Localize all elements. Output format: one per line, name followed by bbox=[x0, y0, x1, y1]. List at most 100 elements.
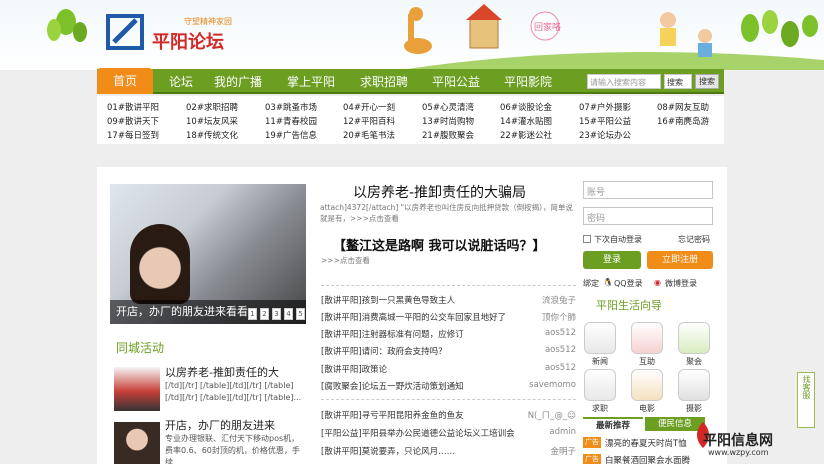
search-input[interactable]: 请输入搜索内容 bbox=[587, 74, 661, 89]
nav-broadcast[interactable]: 我的广播 bbox=[214, 73, 262, 90]
username-input[interactable]: 账号 bbox=[583, 181, 713, 199]
forgot-password-link[interactable]: 忘记密码 bbox=[678, 234, 710, 245]
guide-label[interactable]: 电影 bbox=[631, 403, 663, 414]
search-type-select[interactable]: 搜索 bbox=[664, 74, 692, 89]
news-title[interactable]: [腐败聚会]论坛五一野炊活动策划通知 bbox=[321, 380, 521, 392]
board-link[interactable]: 13#时尚购物 bbox=[422, 115, 474, 127]
nav-jobs[interactable]: 求职招聘 bbox=[360, 73, 408, 90]
site-logo-icon[interactable] bbox=[106, 14, 146, 50]
board-link[interactable]: 01#散讲平阳 bbox=[107, 101, 159, 113]
activity-thumb[interactable] bbox=[114, 367, 160, 411]
news-row[interactable]: [散讲平阳]消费高城一平阳的公交车回家且地好了 顶你个肺 bbox=[321, 311, 576, 323]
movie-icon[interactable] bbox=[631, 369, 663, 401]
weibo-icon[interactable]: ◉ bbox=[654, 278, 661, 287]
guide-label[interactable]: 聚会 bbox=[678, 356, 710, 367]
news-author[interactable]: N(_ㄇ_@_☺ bbox=[528, 409, 576, 421]
board-link[interactable]: 23#论坛办公 bbox=[579, 129, 631, 141]
news-author[interactable]: aos512 bbox=[545, 345, 576, 355]
slide-dot[interactable]: 2 bbox=[260, 308, 269, 320]
board-link[interactable]: 02#求职招聘 bbox=[186, 101, 238, 113]
help-icon[interactable] bbox=[631, 322, 663, 354]
tab-recommend[interactable]: 最新推荐 bbox=[583, 417, 643, 431]
board-link[interactable]: 20#毛笔书法 bbox=[343, 129, 395, 141]
party-icon[interactable] bbox=[678, 322, 710, 354]
guide-label[interactable]: 摄影 bbox=[678, 403, 710, 414]
weibo-login-link[interactable]: 微博登录 bbox=[665, 278, 697, 289]
guide-label[interactable]: 求职 bbox=[584, 403, 616, 414]
news-row[interactable]: [散讲平阳]注射器标准有问题，应修订 aos512 bbox=[321, 328, 576, 340]
photo-slideshow[interactable]: 开店，办厂的朋友进来看看 1 2 3 4 5 bbox=[110, 184, 306, 324]
board-link[interactable]: 05#心灵清湾 bbox=[422, 101, 474, 113]
news-author[interactable]: 流浪兔子 bbox=[542, 294, 576, 306]
ad-link[interactable]: 白聚餐酒回聚会水面腾 bbox=[605, 454, 700, 464]
activity-title[interactable]: 以房养老-推卸责任的大 bbox=[165, 364, 279, 380]
board-link[interactable]: 06#谈股论金 bbox=[500, 101, 552, 113]
board-link[interactable]: 17#每日签到 bbox=[107, 129, 159, 141]
login-button[interactable]: 登录 bbox=[583, 251, 641, 269]
board-link[interactable]: 11#青春校园 bbox=[265, 115, 317, 127]
news-author[interactable]: 金明子 bbox=[550, 445, 576, 457]
board-link[interactable]: 19#广告信息 bbox=[265, 129, 317, 141]
qq-icon[interactable]: 🐧 bbox=[603, 278, 613, 287]
news-row[interactable]: [散讲平阳]孩到一只黑黄色导致主人 流浪兔子 bbox=[321, 294, 576, 306]
nav-mobile[interactable]: 掌上平阳 bbox=[287, 73, 335, 90]
board-link[interactable]: 04#开心一刻 bbox=[343, 101, 395, 113]
board-link[interactable]: 16#南麂岛游 bbox=[657, 115, 709, 127]
headline-title[interactable]: 以房养老-推卸责任的大骗局 bbox=[353, 182, 526, 202]
ad-link[interactable]: 漂亮的春夏天时尚T恤 bbox=[605, 437, 700, 449]
guide-label[interactable]: 互助 bbox=[631, 356, 663, 367]
more-link[interactable]: >>>点击查看 bbox=[321, 255, 370, 266]
board-link[interactable]: 22#影迷公社 bbox=[500, 129, 552, 141]
slide-dot[interactable]: 4 bbox=[284, 308, 293, 320]
news-author[interactable]: admin bbox=[549, 427, 576, 437]
board-link[interactable]: 12#平阳百科 bbox=[343, 115, 395, 127]
board-link[interactable]: 10#坛友风采 bbox=[186, 115, 238, 127]
news-title[interactable]: [散讲平阳]请问：政府会支持吗？ bbox=[321, 345, 521, 357]
customer-service-tab[interactable]: 找客服 bbox=[797, 372, 815, 428]
nav-cinema[interactable]: 平阳影院 bbox=[504, 73, 552, 90]
news-title[interactable]: [散讲平阳]寻亏平阳昆阳养金鱼的鱼友 bbox=[321, 409, 521, 421]
guide-label[interactable]: 新闻 bbox=[584, 356, 616, 367]
news-author[interactable]: 顶你个肺 bbox=[542, 311, 576, 323]
headline-title-2[interactable]: 【鳌江这是路啊 我可以说脏话吗？】 bbox=[333, 235, 546, 254]
board-link[interactable]: 03#跳蚤市场 bbox=[265, 101, 317, 113]
nav-charity[interactable]: 平阳公益 bbox=[432, 73, 480, 90]
register-button[interactable]: 立即注册 bbox=[647, 251, 713, 269]
activity-thumb[interactable] bbox=[114, 422, 160, 464]
news-row[interactable]: [散讲平阳]寻亏平阳昆阳养金鱼的鱼友 N(_ㄇ_@_☺ bbox=[321, 409, 576, 421]
activity-title[interactable]: 开店，办厂的朋友进来 bbox=[165, 417, 275, 433]
nav-home[interactable]: 首页 bbox=[97, 68, 153, 94]
news-title[interactable]: [散讲平阳]莫说要弄，只论风月…… bbox=[321, 445, 521, 457]
password-input[interactable]: 密码 bbox=[583, 207, 713, 225]
news-title[interactable]: [散讲平阳]政策论 bbox=[321, 363, 521, 375]
board-link[interactable]: 15#平阳公益 bbox=[579, 115, 631, 127]
site-name[interactable]: 平阳论坛 bbox=[152, 28, 224, 54]
news-author[interactable]: aos512 bbox=[545, 328, 576, 338]
news-row[interactable]: [平阳公益]平阳县举办公民道德公益论坛义工培训会 admin bbox=[321, 427, 576, 439]
news-icon[interactable] bbox=[584, 322, 616, 354]
news-author[interactable]: aos512 bbox=[545, 363, 576, 373]
slide-dot[interactable]: 1 bbox=[248, 308, 257, 320]
camera-icon[interactable] bbox=[678, 369, 710, 401]
slide-dot[interactable]: 5 bbox=[296, 308, 305, 320]
board-link[interactable]: 08#网友互助 bbox=[657, 101, 709, 113]
qq-login-link[interactable]: QQ登录 bbox=[614, 278, 643, 289]
news-title[interactable]: [平阳公益]平阳县举办公民道德公益论坛义工培训会 bbox=[321, 427, 521, 439]
job-icon[interactable] bbox=[584, 369, 616, 401]
news-row[interactable]: [散讲平阳]请问：政府会支持吗？ aos512 bbox=[321, 345, 576, 357]
news-title[interactable]: [散讲平阳]注射器标准有问题，应修订 bbox=[321, 328, 521, 340]
customer-service-label[interactable]: 找客服 bbox=[801, 375, 811, 399]
board-link[interactable]: 07#户外摄影 bbox=[579, 101, 631, 113]
board-link[interactable]: 21#腹败聚会 bbox=[422, 129, 474, 141]
news-title[interactable]: [散讲平阳]孩到一只黑黄色导致主人 bbox=[321, 294, 521, 306]
news-title[interactable]: [散讲平阳]消费高城一平阳的公交车回家且地好了 bbox=[321, 311, 521, 323]
remember-checkbox[interactable] bbox=[583, 235, 591, 243]
board-link[interactable]: 14#灌水贴图 bbox=[500, 115, 552, 127]
news-row[interactable]: [散讲平阳]政策论 aos512 bbox=[321, 363, 576, 375]
slide-dot[interactable]: 3 bbox=[272, 308, 281, 320]
search-button[interactable]: 搜索 bbox=[695, 74, 719, 89]
board-link[interactable]: 09#散讲天下 bbox=[107, 115, 159, 127]
news-row[interactable]: [散讲平阳]莫说要弄，只论风月…… 金明子 bbox=[321, 445, 576, 457]
news-row[interactable]: [腐败聚会]论坛五一野炊活动策划通知 savemomo bbox=[321, 380, 576, 392]
news-author[interactable]: savemomo bbox=[529, 380, 576, 390]
